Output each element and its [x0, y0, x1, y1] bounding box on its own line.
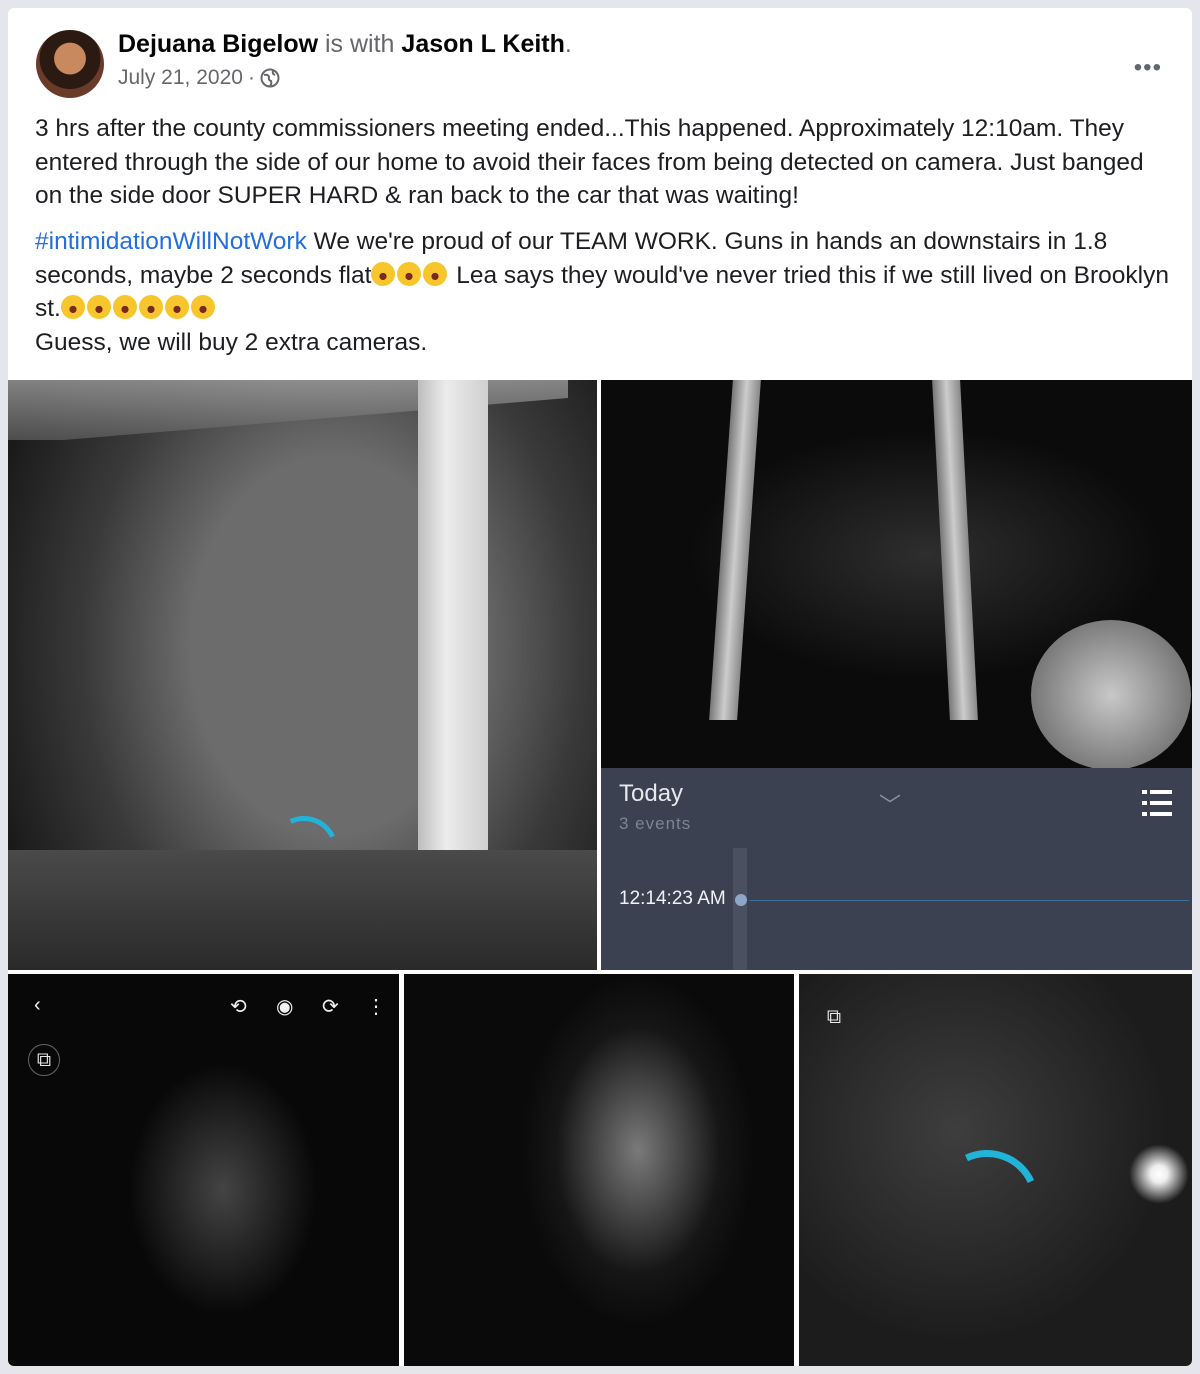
post-paragraph-1: 3 hrs after the county commissioners mee… — [35, 115, 1144, 210]
list-icon[interactable] — [1142, 786, 1172, 820]
laughing-emoji-icon — [112, 295, 137, 320]
back-icon[interactable]: ‹ — [34, 994, 41, 1017]
porch-light — [1129, 1144, 1189, 1204]
eye-icon[interactable]: ◉ — [276, 994, 293, 1019]
bush — [1031, 620, 1191, 768]
photo-figure-walking[interactable]: ‹ ⟲ ◉ ⟳ ⋮ ⧉ — [8, 974, 399, 1366]
laughing-emoji-icon — [371, 261, 396, 286]
post-card: Dejuana Bigelow is with Jason L Keith. J… — [8, 8, 1192, 1366]
laughing-emoji-icon — [86, 295, 111, 320]
post-date[interactable]: July 21, 2020 — [118, 66, 243, 90]
timeline-line — [749, 900, 1189, 901]
more-horizontal-icon[interactable]: ••• — [1134, 56, 1162, 80]
laughing-emoji-icon — [423, 261, 448, 286]
laughing-emoji-icon — [164, 295, 189, 320]
author-name[interactable]: Dejuana Bigelow — [118, 30, 318, 58]
post-header: Dejuana Bigelow is with Jason L Keith. — [118, 30, 572, 58]
laughing-emoji-icon — [190, 295, 215, 320]
today-label: Today — [619, 780, 684, 807]
event-time[interactable]: 12:14:23 AM — [619, 888, 726, 910]
rotate-icon[interactable]: ⟲ — [230, 994, 247, 1019]
author-avatar[interactable] — [36, 30, 104, 98]
photo-porch-night[interactable] — [8, 380, 597, 970]
timeline-bar — [733, 848, 747, 970]
hashtag-link[interactable]: #intimidationWillNotWork — [35, 228, 307, 255]
post-meta: July 21, 2020 · — [118, 66, 280, 90]
screenshot-icon[interactable]: ⧉ — [28, 1044, 60, 1076]
chevron-down-icon[interactable]: ﹀ — [879, 788, 901, 820]
event-marker[interactable] — [735, 894, 747, 906]
porch-column — [932, 380, 978, 720]
screenshot-icon[interactable]: ⧉ — [819, 1002, 849, 1032]
camera-events-panel: Today 3 events ﹀ 12:14:23 AM — [601, 768, 1192, 970]
sync-icon[interactable]: ⟳ — [322, 994, 339, 1019]
tagged-name[interactable]: Jason L Keith — [401, 30, 564, 58]
laughing-emoji-icon — [138, 295, 163, 320]
photo-camera-view[interactable] — [601, 380, 1192, 768]
photo-figure-closeup[interactable] — [404, 974, 794, 1366]
events-count: 3 events — [619, 814, 692, 833]
post-paragraph-2: #intimidationWillNotWork We we're proud … — [35, 228, 1169, 323]
more-vertical-icon[interactable]: ⋮ — [366, 994, 386, 1019]
laughing-emoji-icon — [60, 295, 85, 320]
porch-column — [709, 380, 761, 720]
photo-street-night[interactable]: ⧉ — [799, 974, 1192, 1366]
laughing-emoji-icon — [397, 261, 422, 286]
post-paragraph-3: Guess, we will buy 2 extra cameras. — [35, 329, 428, 356]
meta-separator: · — [247, 66, 255, 89]
with-text: is with — [325, 30, 395, 58]
loading-spinner-icon — [920, 1135, 1054, 1269]
globe-icon[interactable] — [260, 68, 280, 88]
